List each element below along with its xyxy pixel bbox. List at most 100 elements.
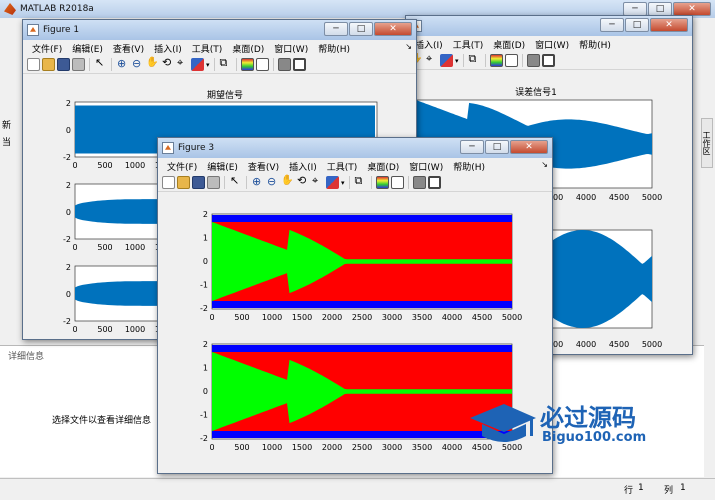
figure-icon (27, 24, 39, 36)
bottom-signals (212, 345, 512, 438)
colorbar-icon[interactable] (489, 54, 503, 67)
row-value: 1 (638, 483, 644, 493)
xtick-label: 4000 (442, 313, 462, 322)
ytick-label: -1 (200, 411, 208, 420)
minimize-button[interactable]: ─ (324, 22, 348, 36)
chevron-down-icon[interactable]: ▾ (455, 57, 459, 65)
legend-icon[interactable] (504, 54, 518, 67)
menu-window[interactable]: 窗口(W) (530, 38, 574, 51)
pan-icon[interactable] (146, 57, 159, 71)
close-button[interactable]: ✕ (374, 22, 412, 36)
menu-tools[interactable]: 工具(T) (322, 160, 363, 173)
figure-2-menubar: 插入(I) 工具(T) 桌面(D) 窗口(W) 帮助(H) (406, 36, 692, 52)
menu-overflow-icon[interactable]: ↘ (405, 42, 412, 51)
menu-window[interactable]: 窗口(W) (269, 42, 313, 55)
menu-window[interactable]: 窗口(W) (404, 160, 448, 173)
menu-help[interactable]: 帮助(H) (313, 42, 355, 55)
chevron-down-icon[interactable]: ▾ (341, 179, 345, 187)
new-figure-icon[interactable] (27, 58, 40, 71)
hide-plot-tools-icon[interactable] (526, 54, 540, 67)
menu-insert[interactable]: 插入(I) (284, 160, 322, 173)
show-plot-tools-icon[interactable] (541, 54, 555, 67)
figure-1-menubar: 文件(F) 编辑(E) 查看(V) 插入(I) 工具(T) 桌面(D) 窗口(W… (23, 40, 416, 56)
open-file-icon[interactable] (42, 58, 55, 71)
data-cursor-icon[interactable] (176, 56, 189, 71)
xtick-label: 500 (234, 443, 249, 452)
maximize-button[interactable]: □ (349, 22, 373, 36)
menu-insert[interactable]: 插入(I) (149, 42, 187, 55)
ytick-label: 2 (66, 263, 71, 272)
menu-help[interactable]: 帮助(H) (448, 160, 490, 173)
menu-view[interactable]: 查看(V) (108, 42, 149, 55)
zoom-in-icon[interactable] (251, 175, 264, 189)
close-button[interactable]: ✕ (510, 140, 548, 154)
zoom-out-icon[interactable] (266, 175, 279, 189)
ytick-label: 2 (66, 181, 71, 190)
row-label: 行 (624, 486, 634, 496)
show-plot-tools-icon[interactable] (427, 176, 441, 189)
show-plot-tools-icon[interactable] (292, 58, 306, 71)
xtick-label: 500 (97, 243, 112, 252)
status-bar: 行 1 列 1 (0, 478, 715, 498)
print-icon[interactable] (207, 176, 220, 189)
figure-3-menubar: 文件(F) 编辑(E) 查看(V) 插入(I) 工具(T) 桌面(D) 窗口(W… (158, 158, 552, 174)
menu-view[interactable]: 查看(V) (243, 160, 284, 173)
figure-1-toolbar: ▾ (23, 56, 416, 74)
ytick-label: -2 (63, 235, 71, 244)
menu-tools[interactable]: 工具(T) (448, 38, 489, 51)
colorbar-icon[interactable] (240, 58, 254, 71)
legend-icon[interactable] (255, 58, 269, 71)
close-button[interactable]: ✕ (650, 18, 688, 32)
hide-plot-tools-icon[interactable] (412, 176, 426, 189)
menu-overflow-icon[interactable]: ↘ (541, 160, 548, 169)
menu-edit[interactable]: 编辑(E) (202, 160, 243, 173)
data-cursor-icon[interactable] (311, 174, 324, 189)
rotate-3d-icon[interactable] (161, 56, 174, 71)
maximize-button[interactable]: □ (625, 18, 649, 32)
rotate-3d-icon[interactable] (296, 174, 309, 189)
brush-icon[interactable] (191, 58, 204, 71)
zoom-out-icon[interactable] (131, 57, 144, 71)
minimize-button[interactable]: ─ (600, 18, 624, 32)
zoom-in-icon[interactable] (116, 57, 129, 71)
legend-icon[interactable] (390, 176, 404, 189)
brush-icon[interactable] (440, 54, 453, 67)
pan-icon[interactable] (281, 175, 294, 189)
brush-icon[interactable] (326, 176, 339, 189)
menu-desktop[interactable]: 桌面(D) (362, 160, 404, 173)
menu-help[interactable]: 帮助(H) (574, 38, 616, 51)
menu-file[interactable]: 文件(F) (27, 42, 67, 55)
maximize-button[interactable]: □ (648, 2, 672, 16)
colorbar-icon[interactable] (375, 176, 389, 189)
link-plot-icon[interactable] (354, 174, 367, 189)
hide-plot-tools-icon[interactable] (277, 58, 291, 71)
menu-tools[interactable]: 工具(T) (187, 42, 228, 55)
menu-edit[interactable]: 编辑(E) (67, 42, 108, 55)
xtick-label: 1000 (262, 313, 282, 322)
menu-file[interactable]: 文件(F) (162, 160, 202, 173)
link-plot-icon[interactable] (219, 56, 232, 71)
edit-plot-icon[interactable] (94, 56, 107, 71)
new-figure-icon[interactable] (162, 176, 175, 189)
ytick-label: 0 (203, 387, 208, 396)
chevron-down-icon[interactable]: ▾ (206, 61, 210, 69)
edit-plot-icon[interactable] (229, 174, 242, 189)
xtick-label: 500 (97, 325, 112, 334)
print-icon[interactable] (72, 58, 85, 71)
minimize-button[interactable]: ─ (460, 140, 484, 154)
data-cursor-icon[interactable] (425, 52, 438, 67)
link-plot-icon[interactable] (468, 52, 481, 67)
plot-title-error-1: 误差信号1 (515, 86, 557, 98)
details-title: 详细信息 (8, 352, 45, 362)
menu-desktop[interactable]: 桌面(D) (227, 42, 269, 55)
figure-2-titlebar: ─ □ ✕ (406, 16, 692, 36)
menu-desktop[interactable]: 桌面(D) (488, 38, 530, 51)
workspace-tab[interactable]: 工作区 (701, 118, 713, 168)
maximize-button[interactable]: □ (485, 140, 509, 154)
save-icon[interactable] (57, 58, 70, 71)
save-icon[interactable] (192, 176, 205, 189)
close-button[interactable]: ✕ (673, 2, 711, 16)
open-file-icon[interactable] (177, 176, 190, 189)
xtick-label: 0 (209, 313, 214, 322)
minimize-button[interactable]: ─ (623, 2, 647, 16)
